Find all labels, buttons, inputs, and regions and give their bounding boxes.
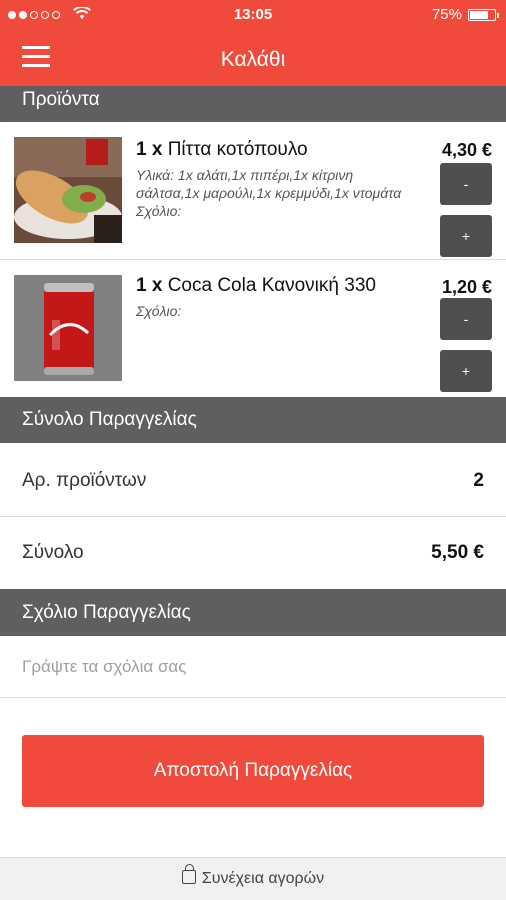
battery-icon xyxy=(468,8,499,21)
send-order-button[interactable]: Αποστολή Παραγγελίας xyxy=(22,735,484,807)
cart-item: 1 x Πίττα κοτόπουλο Υλικά: 1x αλάτι,1x π… xyxy=(0,122,506,260)
item-count-value: 2 xyxy=(473,470,484,491)
order-comment-input[interactable] xyxy=(0,636,506,698)
continue-shopping-button[interactable]: Συνέχεια αγορών xyxy=(0,857,506,900)
total-label: Σύνολο xyxy=(22,542,84,563)
status-bar: 13:05 75% xyxy=(0,0,506,30)
product-image-chicken-pitta xyxy=(14,137,122,243)
item-price: 1,20 € xyxy=(441,277,492,297)
item-details: Σχόλιο: xyxy=(136,302,404,320)
page-title: Καλάθι xyxy=(220,48,286,71)
item-comment: Σχόλιο: xyxy=(136,303,182,319)
shopping-bag-icon xyxy=(181,863,196,884)
item-ingredients: Υλικά: 1x αλάτι,1x πιπέρι,1x κίτρινη σάλ… xyxy=(136,167,402,201)
item-name: Πίττα κοτόπουλο xyxy=(167,139,308,160)
continue-shopping-label: Συνέχεια αγορών xyxy=(201,870,325,887)
item-details: Υλικά: 1x αλάτι,1x πιπέρι,1x κίτρινη σάλ… xyxy=(136,166,404,220)
cart-item: 1 x Coca Cola Κανονική 330 Σχόλιο: 1,20 … xyxy=(0,260,506,397)
item-quantity: 1 x xyxy=(136,275,163,296)
item-title: 1 x Coca Cola Κανονική 330 xyxy=(136,275,376,297)
item-name: Coca Cola Κανονική 330 xyxy=(167,275,376,296)
products-section-header: Προϊόντα xyxy=(0,86,506,122)
total-value: 5,50 € xyxy=(431,542,484,563)
battery-percent: 75% xyxy=(431,6,462,23)
order-comment-header: Σχόλιο Παραγγελίας xyxy=(0,589,506,636)
app-header: Καλάθι xyxy=(0,30,506,86)
item-quantity: 1 x xyxy=(136,139,163,160)
item-title: 1 x Πίττα κοτόπουλο xyxy=(136,139,308,161)
status-time: 13:05 xyxy=(233,6,273,23)
item-price: 4,30 € xyxy=(441,140,492,160)
total-row: Σύνολο 5,50 € xyxy=(0,517,506,589)
item-count-label: Αρ. προϊόντων xyxy=(22,470,147,491)
item-count-row: Αρ. προϊόντων 2 xyxy=(0,443,506,517)
increase-quantity-button[interactable]: + xyxy=(440,350,492,392)
item-comment: Σχόλιο: xyxy=(136,203,182,219)
decrease-quantity-button[interactable]: - xyxy=(440,163,492,205)
decrease-quantity-button[interactable]: - xyxy=(440,298,492,340)
increase-quantity-button[interactable]: + xyxy=(440,215,492,257)
product-image-coca-cola xyxy=(14,275,122,381)
order-summary-header: Σύνολο Παραγγελίας xyxy=(0,397,506,443)
